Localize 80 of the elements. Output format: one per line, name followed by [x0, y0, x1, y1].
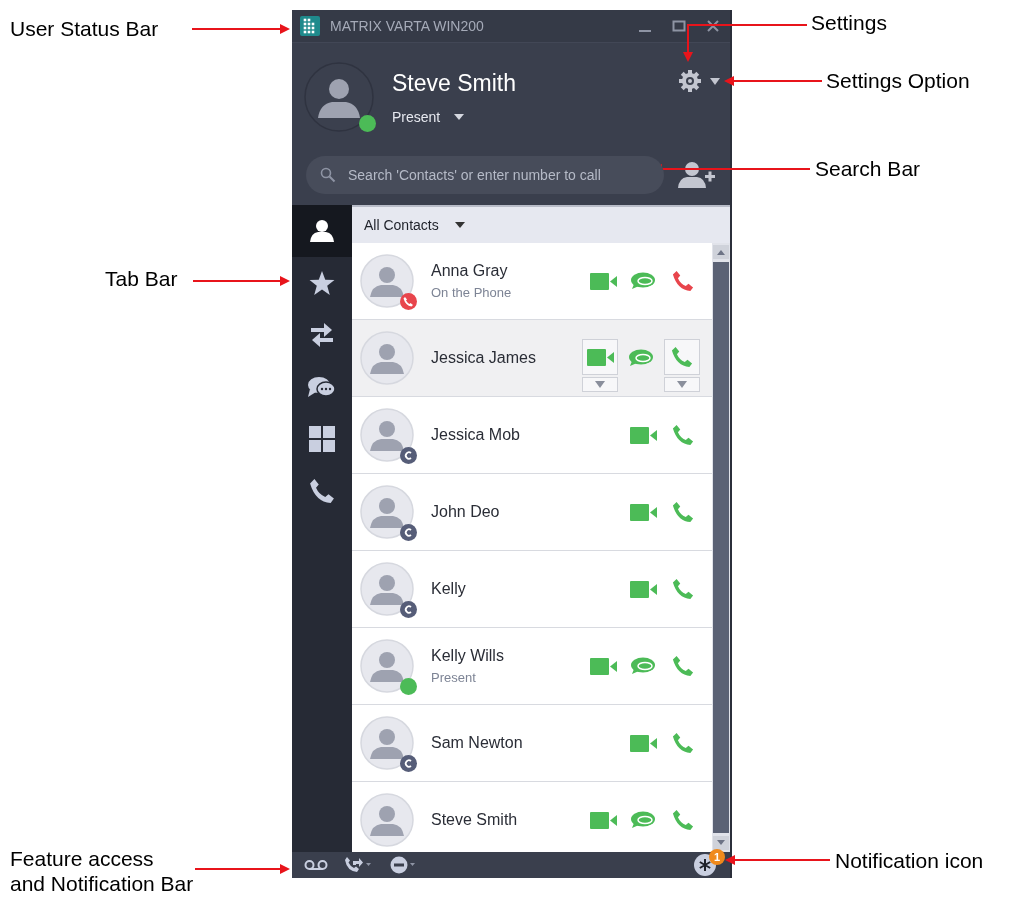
video-camera-icon: [589, 272, 617, 290]
voicemail-icon[interactable]: [304, 859, 328, 871]
phone-icon: [672, 270, 694, 292]
call-forward-icon[interactable]: [344, 856, 374, 874]
chat-bubble-icon: [630, 272, 656, 290]
caret-icon: [595, 381, 605, 388]
contact-name: Jessica Mob: [431, 426, 521, 444]
sidebar-tab[interactable]: [292, 205, 352, 257]
avatar-icon: [360, 485, 414, 539]
annotation-label: Search Bar: [815, 156, 922, 182]
video-camera-icon: [629, 734, 657, 752]
annotation-label: User Status Bar: [10, 16, 160, 42]
transfer-icon: [311, 323, 333, 347]
phone-icon: [672, 424, 694, 446]
caret-icon: [454, 222, 465, 228]
add-contact-icon[interactable]: [678, 161, 716, 189]
avatar-icon: [360, 716, 414, 770]
phone-icon: [672, 732, 694, 754]
window-title: MATRIX VARTA WIN200: [330, 18, 484, 34]
video-call-button[interactable]: [582, 339, 618, 375]
caret-icon[interactable]: [710, 78, 720, 85]
scrollbar[interactable]: [712, 243, 730, 852]
video-camera-icon: [629, 503, 657, 521]
annotation-label: Tab Bar: [105, 266, 179, 292]
user-name: Steve Smith: [392, 69, 516, 97]
contact-name: Anna Gray: [431, 262, 509, 280]
logo-icon: [300, 16, 320, 36]
dropdown-button[interactable]: [664, 377, 700, 392]
contact-name: Sam Newton: [431, 734, 524, 752]
contact-name: Jessica James: [431, 349, 537, 367]
caret-icon: [677, 381, 687, 388]
call-button[interactable]: [664, 339, 700, 375]
avatar-icon[interactable]: [304, 62, 374, 132]
annotation-label: Feature access and Notification Bar: [10, 846, 195, 897]
search-icon: [320, 167, 336, 183]
contacts-icon: [309, 219, 335, 243]
annotation-label: Settings: [811, 10, 888, 36]
avatar-icon: [360, 254, 414, 308]
annotation-label: Notification icon: [835, 848, 985, 874]
avatar-icon: [360, 562, 414, 616]
video-camera-icon: [589, 811, 617, 829]
phone-icon: [672, 501, 694, 523]
settings-icon[interactable]: [678, 69, 702, 93]
chat-icon: [307, 375, 337, 399]
contacts-filter-dropdown[interactable]: All Contacts: [364, 217, 465, 233]
contact-name: Steve Smith: [431, 811, 519, 829]
contact-status: On the Phone: [431, 285, 513, 300]
phone-icon: [671, 346, 693, 368]
contact-name: Kelly: [431, 580, 467, 598]
chat-bubble-icon: [630, 811, 656, 829]
grid-icon: [309, 426, 335, 452]
contact-status: Present: [431, 670, 477, 685]
annotation-label: Settings Option: [826, 68, 971, 94]
maximize-icon[interactable]: [672, 19, 686, 33]
video-camera-icon: [629, 580, 657, 598]
avatar-icon: [360, 408, 414, 462]
avatar-icon: [360, 639, 414, 693]
avatar-icon: [360, 793, 414, 847]
caret-icon: [454, 113, 465, 120]
phone-icon: [309, 478, 335, 504]
chat-bubble-icon: [630, 657, 656, 675]
phone-icon: [672, 655, 694, 677]
search-field[interactable]: Search 'Contacts' or enter number to call: [306, 156, 664, 194]
dropdown-button[interactable]: [582, 377, 618, 392]
scroll-up-icon[interactable]: [713, 245, 729, 259]
scroll-down-icon[interactable]: [713, 836, 729, 850]
close-icon[interactable]: [706, 19, 720, 33]
contact-row[interactable]: Jessica James: [352, 320, 712, 397]
video-camera-icon: [589, 657, 617, 675]
phone-icon: [672, 578, 694, 600]
star-icon: [309, 270, 335, 296]
video-camera-icon: [586, 348, 614, 366]
contact-name: Kelly Wills: [431, 647, 505, 665]
video-camera-icon: [629, 426, 657, 444]
contact-name: John Deo: [431, 503, 501, 521]
avatar-icon: [360, 331, 414, 385]
phone-icon: [672, 809, 694, 831]
do-not-disturb-icon[interactable]: [390, 856, 418, 874]
chat-bubble-icon: [628, 349, 654, 367]
status-dropdown[interactable]: Present: [392, 108, 516, 125]
